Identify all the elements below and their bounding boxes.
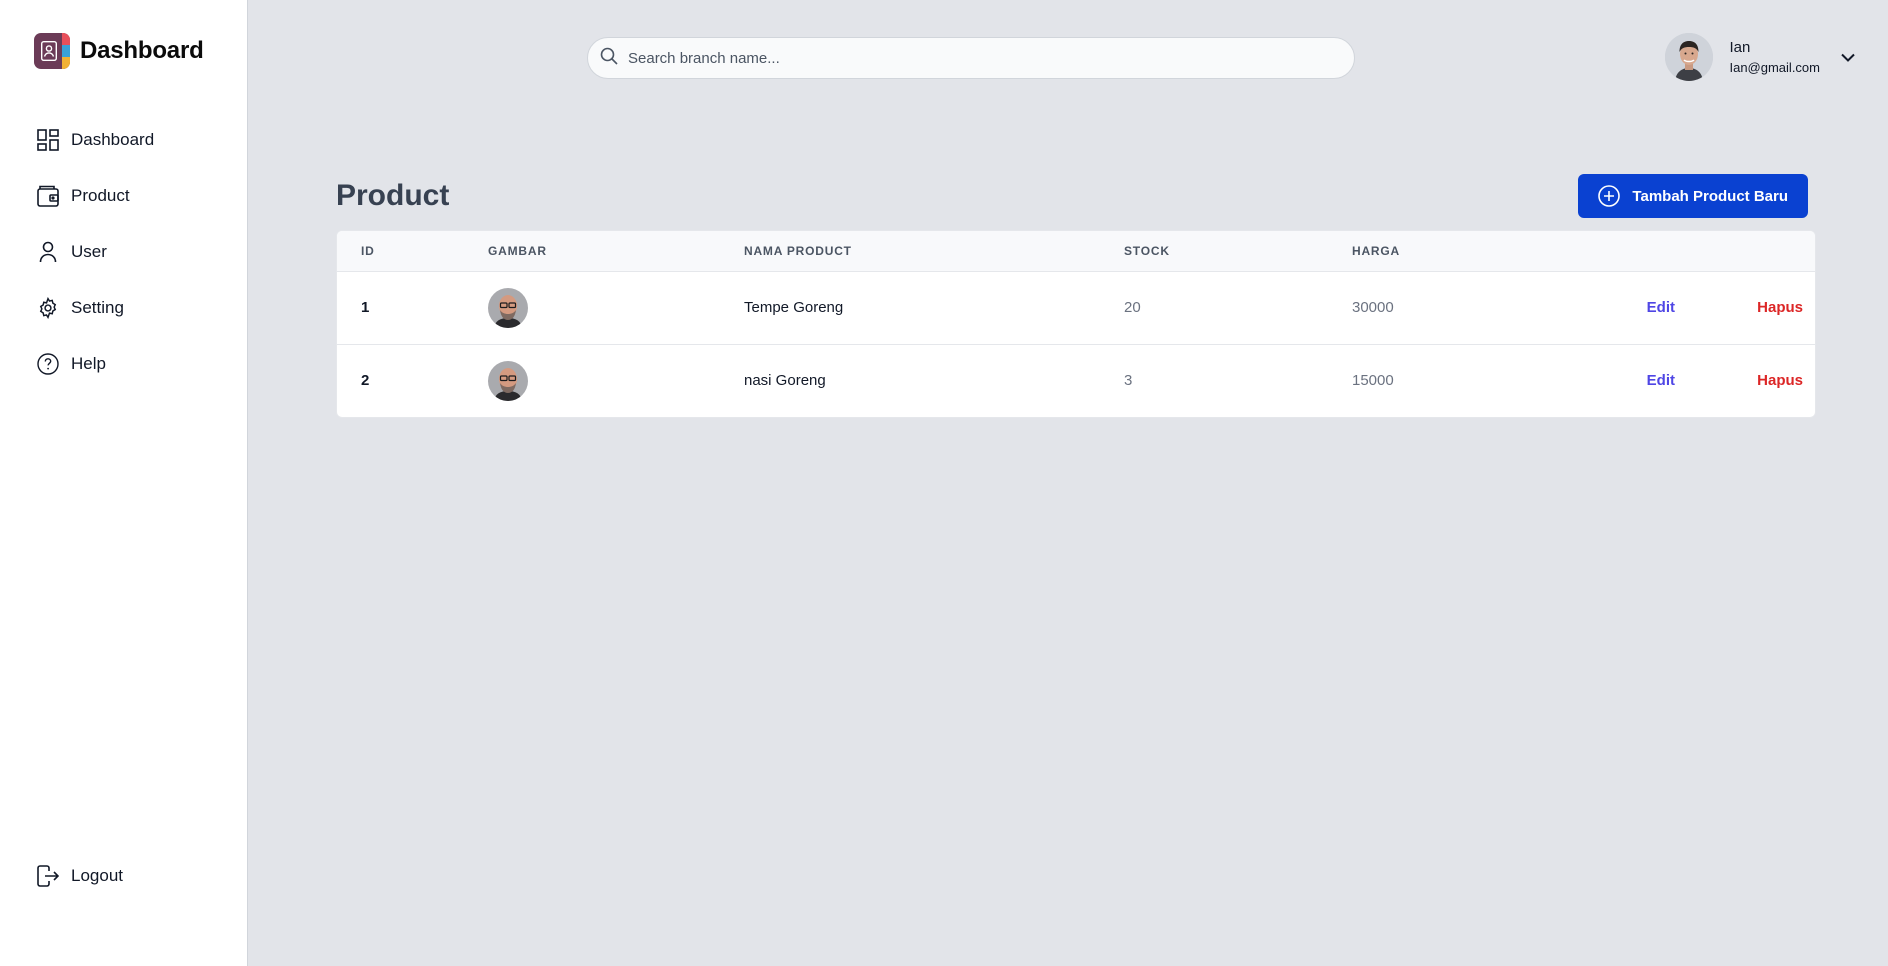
search-icon <box>600 47 618 70</box>
help-circle-icon <box>36 352 60 376</box>
product-section: Product Tambah Product Baru ID GAMBAR NA… <box>336 174 1816 418</box>
edit-link[interactable]: Edit <box>1647 372 1675 389</box>
cell-delete: Hapus <box>1675 271 1815 345</box>
cell-nama: nasi Goreng <box>744 372 826 390</box>
plus-circle-icon <box>1598 185 1621 207</box>
avatar <box>1665 33 1714 81</box>
grid-icon <box>36 128 60 152</box>
cell-harga: 30000 <box>1352 271 1552 345</box>
page-title: Product <box>336 179 450 212</box>
sidebar-item-label: Product <box>71 186 130 205</box>
cell-stock: 3 <box>1124 372 1133 390</box>
table-row: 2 nasi Goreng 3 15000 Edit Hapus <box>337 344 1815 417</box>
cell-id: 1 <box>337 271 488 345</box>
cell-gambar <box>488 271 744 345</box>
user-icon <box>36 240 60 264</box>
edit-link[interactable]: Edit <box>1647 299 1675 316</box>
user-profile[interactable]: Ian Ian@gmail.com <box>1665 33 1860 81</box>
app-root: Dashboard Dashboard Product User Setting… <box>0 0 1888 966</box>
add-product-button[interactable]: Tambah Product Baru <box>1578 174 1808 218</box>
cell-nama: Tempe Goreng <box>744 271 1124 345</box>
logout-icon <box>36 864 60 888</box>
sidebar-item-label: User <box>71 242 107 261</box>
cell-edit: Edit <box>1552 344 1675 417</box>
cell-stock: 20 <box>1124 271 1352 345</box>
topbar: Ian Ian@gmail.com <box>248 0 1888 116</box>
cell-gambar <box>488 344 744 417</box>
wallet-icon <box>36 184 60 208</box>
logout-button[interactable]: Logout <box>0 848 247 904</box>
page-header: Product Tambah Product Baru <box>336 174 1816 218</box>
brand[interactable]: Dashboard <box>0 0 247 70</box>
add-product-label: Tambah Product Baru <box>1632 187 1788 205</box>
cell-harga: 15000 <box>1352 372 1394 390</box>
profile-info: Ian Ian@gmail.com <box>1729 39 1820 75</box>
sidebar-item-product[interactable]: Product <box>0 168 247 224</box>
table-header-row: ID GAMBAR NAMA PRODUCT STOCK HARGA <box>337 231 1815 272</box>
brand-title: Dashboard <box>80 37 204 64</box>
sidebar-item-label: Setting <box>71 298 124 317</box>
sidebar-item-user[interactable]: User <box>0 224 247 280</box>
sidebar: Dashboard Dashboard Product User Setting… <box>0 0 248 966</box>
logout-label: Logout <box>71 866 123 885</box>
brand-logo-icon <box>34 33 70 69</box>
cell-delete: Hapus <box>1675 344 1815 417</box>
profile-email: Ian@gmail.com <box>1729 60 1820 75</box>
column-header-edit <box>1552 231 1675 272</box>
delete-link[interactable]: Hapus <box>1757 372 1803 389</box>
chevron-down-icon[interactable] <box>1836 45 1860 69</box>
sidebar-item-dashboard[interactable]: Dashboard <box>0 112 247 168</box>
delete-link[interactable]: Hapus <box>1757 299 1803 316</box>
sidebar-item-setting[interactable]: Setting <box>0 280 247 336</box>
product-image <box>488 360 528 401</box>
column-header-gambar: GAMBAR <box>488 231 744 272</box>
search-bar <box>587 37 1355 79</box>
main-area: Ian Ian@gmail.com Product <box>248 0 1888 966</box>
cell-id: 2 <box>361 372 370 390</box>
product-table: ID GAMBAR NAMA PRODUCT STOCK HARGA 1 Tem… <box>337 231 1815 417</box>
search-input[interactable] <box>628 49 1328 67</box>
sidebar-item-help[interactable]: Help <box>0 336 247 392</box>
product-table-card: ID GAMBAR NAMA PRODUCT STOCK HARGA 1 Tem… <box>336 230 1816 418</box>
profile-name: Ian <box>1729 39 1751 56</box>
column-header-id: ID <box>337 231 488 272</box>
product-image <box>488 287 528 328</box>
sidebar-item-label: Help <box>71 354 106 373</box>
column-header-stock: STOCK <box>1124 231 1352 272</box>
table-row: 1 Tempe Goreng 20 30000 Edit Hapus <box>337 271 1815 345</box>
column-header-delete <box>1675 231 1815 272</box>
sidebar-item-label: Dashboard <box>71 130 155 149</box>
column-header-nama: NAMA PRODUCT <box>744 231 1124 272</box>
column-header-harga: HARGA <box>1352 231 1552 272</box>
gear-icon <box>36 296 60 320</box>
sidebar-nav: Dashboard Product User Setting Help <box>0 112 247 392</box>
cell-edit: Edit <box>1552 271 1675 345</box>
